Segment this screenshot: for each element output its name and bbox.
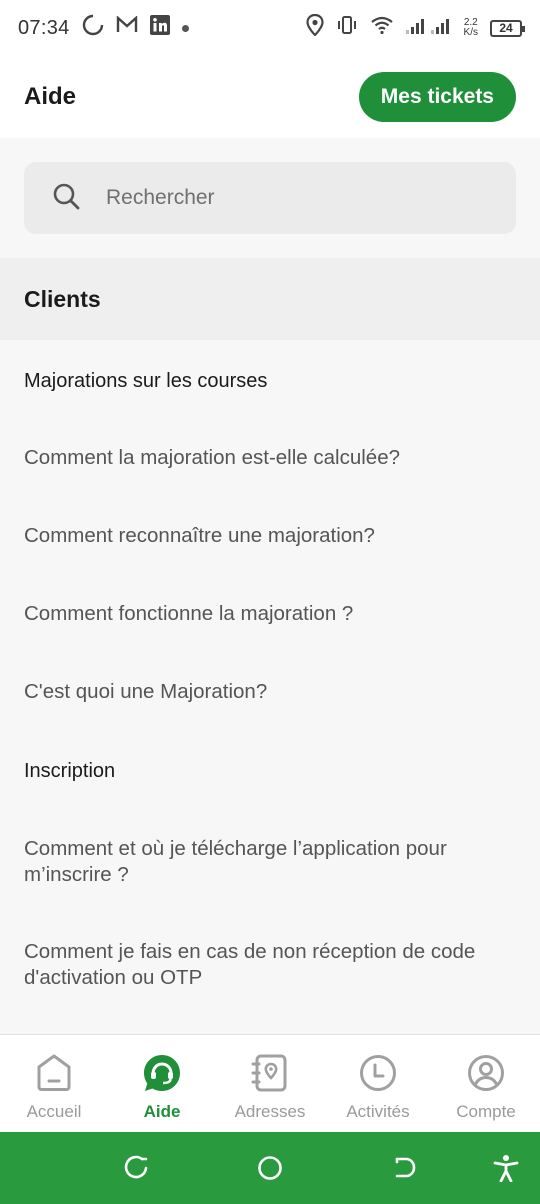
category-heading: Majorations sur les courses bbox=[24, 370, 268, 392]
bottom-navigation: Accueil Aide Adresses Activités Compte bbox=[0, 1034, 540, 1132]
signal-icon bbox=[405, 16, 452, 40]
section-title: Clients bbox=[24, 285, 101, 312]
account-icon bbox=[466, 1053, 506, 1098]
nav-item-activites[interactable]: Activités bbox=[324, 1035, 432, 1132]
page-title: Aide bbox=[24, 83, 77, 110]
battery-indicator: 24 bbox=[490, 19, 525, 37]
notification-dot bbox=[181, 24, 189, 32]
status-bar: 07:34 2.2 K/s 24 bbox=[0, 0, 540, 56]
nav-item-aide[interactable]: Aide bbox=[108, 1035, 216, 1132]
search-icon bbox=[52, 182, 80, 215]
home-icon bbox=[35, 1053, 73, 1098]
nav-label: Compte bbox=[456, 1102, 516, 1121]
network-speed-unit: K/s bbox=[463, 27, 478, 38]
accessibility-icon[interactable] bbox=[492, 1154, 520, 1183]
network-speed: 2.2 K/s bbox=[464, 18, 478, 38]
status-time: 07:34 bbox=[18, 16, 70, 39]
nav-label: Accueil bbox=[26, 1102, 82, 1121]
nav-item-compte[interactable]: Compte bbox=[432, 1035, 540, 1132]
back-icon[interactable] bbox=[390, 1154, 418, 1182]
faq-question[interactable]: Comment reconnaître une majoration? bbox=[24, 523, 504, 549]
nav-label: Activités bbox=[346, 1102, 410, 1121]
faq-question[interactable]: Comment je fais en cas de non réception … bbox=[24, 939, 504, 991]
loading-icon bbox=[82, 14, 104, 42]
search-input[interactable] bbox=[106, 186, 466, 210]
gmail-icon bbox=[116, 15, 138, 40]
vibrate-icon bbox=[336, 15, 358, 41]
recent-apps-icon[interactable] bbox=[122, 1154, 150, 1182]
clock-icon bbox=[358, 1053, 398, 1098]
app-header: Aide Mes tickets bbox=[0, 56, 540, 138]
home-button-icon[interactable] bbox=[256, 1154, 284, 1182]
system-navigation-bar bbox=[0, 1132, 540, 1204]
help-chat-icon bbox=[142, 1053, 182, 1098]
nav-label: Adresses bbox=[234, 1102, 306, 1121]
nav-label: Aide bbox=[143, 1102, 181, 1121]
my-tickets-button[interactable]: Mes tickets bbox=[358, 72, 516, 122]
faq-question[interactable]: Comment fonctionne la majoration ? bbox=[24, 601, 504, 627]
faq-question[interactable]: Comment la majoration est-elle calculée? bbox=[24, 445, 504, 471]
section-header: Clients bbox=[0, 258, 540, 340]
address-book-icon bbox=[251, 1053, 289, 1098]
linkedin-icon bbox=[149, 15, 170, 41]
nav-item-accueil[interactable]: Accueil bbox=[0, 1035, 108, 1132]
search-area bbox=[0, 138, 540, 258]
category-heading: Inscription bbox=[24, 760, 116, 782]
wifi-icon bbox=[370, 15, 394, 41]
faq-question[interactable]: Comment et où je télécharge l’applicatio… bbox=[24, 836, 504, 888]
search-bar[interactable] bbox=[24, 162, 516, 234]
faq-question[interactable]: C'est quoi une Majoration? bbox=[24, 679, 504, 705]
location-icon bbox=[305, 13, 324, 42]
nav-item-adresses[interactable]: Adresses bbox=[216, 1035, 324, 1132]
